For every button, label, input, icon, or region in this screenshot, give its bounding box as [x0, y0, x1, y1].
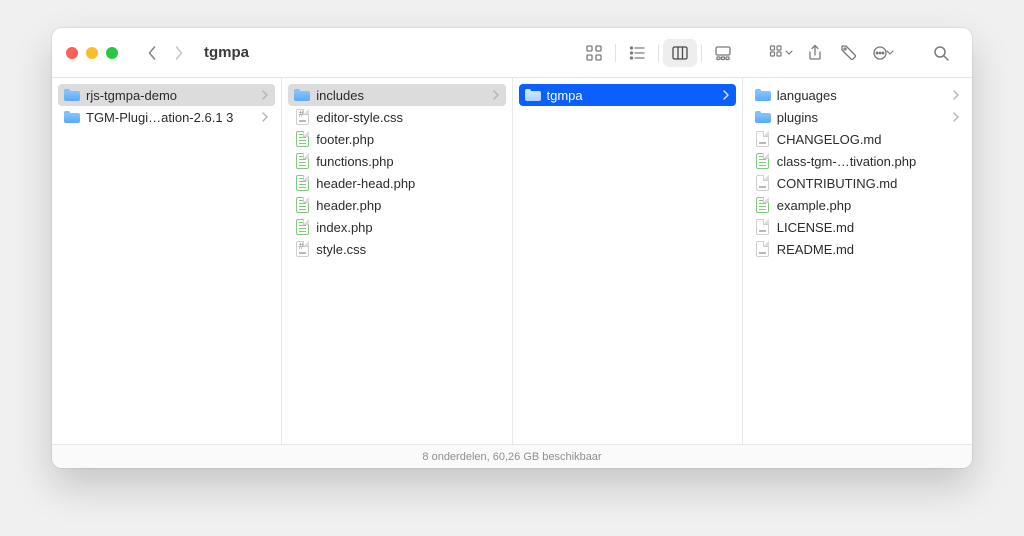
column[interactable]: includes editor-style.css footer.php functi… — [282, 78, 512, 444]
file-row[interactable]: CONTRIBUTING.md — [749, 172, 966, 194]
list-view-button[interactable] — [620, 39, 654, 67]
window-controls — [66, 47, 118, 59]
row-label: style.css — [316, 242, 485, 257]
row-label: README.md — [777, 242, 946, 257]
row-label: editor-style.css — [316, 110, 485, 125]
column[interactable]: languages plugins CHANGELOG.md class-tgm-…t… — [743, 78, 972, 444]
folder-icon — [755, 87, 771, 103]
view-switcher — [577, 39, 740, 67]
md-file-icon — [755, 131, 771, 147]
folder-row[interactable]: TGM-Plugi…ation-2.6.1 3 — [58, 106, 275, 128]
finder-window: tgmpa — [52, 28, 972, 468]
folder-icon — [755, 109, 771, 125]
row-label: languages — [777, 88, 946, 103]
file-row[interactable]: example.php — [749, 194, 966, 216]
tags-button[interactable] — [832, 39, 866, 67]
chevron-right-icon — [952, 88, 960, 103]
action-menu-button[interactable] — [866, 39, 900, 67]
css-file-icon — [294, 109, 310, 125]
php-file-icon — [294, 197, 310, 213]
toolbar: tgmpa — [52, 28, 972, 78]
php-file-icon — [755, 153, 771, 169]
md-file-icon — [755, 175, 771, 191]
share-button[interactable] — [798, 39, 832, 67]
row-label: LICENSE.md — [777, 220, 946, 235]
php-file-icon — [294, 175, 310, 191]
chevron-right-icon — [722, 88, 730, 103]
php-file-icon — [294, 153, 310, 169]
row-label: functions.php — [316, 154, 485, 169]
row-label: footer.php — [316, 132, 485, 147]
row-label: class-tgm-…tivation.php — [777, 154, 946, 169]
php-file-icon — [294, 131, 310, 147]
folder-row[interactable]: includes — [288, 84, 505, 106]
file-row[interactable]: index.php — [288, 216, 505, 238]
column[interactable]: rjs-tgmpa-demo TGM-Plugi…ation-2.6.1 3 — [52, 78, 282, 444]
php-file-icon — [755, 197, 771, 213]
search-button[interactable] — [924, 39, 958, 67]
folder-row[interactable]: rjs-tgmpa-demo — [58, 84, 275, 106]
file-row[interactable]: CHANGELOG.md — [749, 128, 966, 150]
row-label: rjs-tgmpa-demo — [86, 88, 255, 103]
row-label: header-head.php — [316, 176, 485, 191]
file-row[interactable]: LICENSE.md — [749, 216, 966, 238]
close-window-button[interactable] — [66, 47, 78, 59]
md-file-icon — [755, 241, 771, 257]
file-row[interactable]: functions.php — [288, 150, 505, 172]
status-text: 8 onderdelen, 60,26 GB beschikbaar — [422, 451, 601, 463]
chevron-right-icon — [492, 88, 500, 103]
md-file-icon — [755, 219, 771, 235]
folder-icon — [294, 87, 310, 103]
folder-row[interactable]: tgmpa — [519, 84, 736, 106]
file-row[interactable]: class-tgm-…tivation.php — [749, 150, 966, 172]
css-file-icon — [294, 241, 310, 257]
php-file-icon — [294, 219, 310, 235]
file-row[interactable]: header.php — [288, 194, 505, 216]
chevron-right-icon — [952, 110, 960, 125]
chevron-right-icon — [261, 110, 269, 125]
row-label: TGM-Plugi…ation-2.6.1 3 — [86, 110, 255, 125]
column[interactable]: tgmpa — [513, 78, 743, 444]
gallery-view-button[interactable] — [706, 39, 740, 67]
folder-row[interactable]: plugins — [749, 106, 966, 128]
back-button[interactable] — [140, 39, 164, 67]
icon-view-button[interactable] — [577, 39, 611, 67]
group-by-button[interactable] — [764, 39, 798, 67]
folder-icon — [64, 109, 80, 125]
file-row[interactable]: editor-style.css — [288, 106, 505, 128]
column-view-button[interactable] — [663, 39, 697, 67]
row-label: CONTRIBUTING.md — [777, 176, 946, 191]
folder-icon — [64, 87, 80, 103]
column-browser: rjs-tgmpa-demo TGM-Plugi…ation-2.6.1 3 inc… — [52, 78, 972, 444]
toolbar-actions — [764, 39, 900, 67]
status-bar: 8 onderdelen, 60,26 GB beschikbaar — [52, 444, 972, 468]
row-label: example.php — [777, 198, 946, 213]
row-label: index.php — [316, 220, 485, 235]
file-row[interactable]: footer.php — [288, 128, 505, 150]
nav-controls — [140, 39, 190, 67]
window-title: tgmpa — [204, 44, 249, 61]
row-label: CHANGELOG.md — [777, 132, 946, 147]
folder-row[interactable]: languages — [749, 84, 966, 106]
folder-icon — [525, 87, 541, 103]
row-label: includes — [316, 88, 485, 103]
file-row[interactable]: style.css — [288, 238, 505, 260]
minimize-window-button[interactable] — [86, 47, 98, 59]
file-row[interactable]: README.md — [749, 238, 966, 260]
chevron-right-icon — [261, 88, 269, 103]
row-label: header.php — [316, 198, 485, 213]
forward-button[interactable] — [166, 39, 190, 67]
file-row[interactable]: header-head.php — [288, 172, 505, 194]
zoom-window-button[interactable] — [106, 47, 118, 59]
row-label: tgmpa — [547, 88, 716, 103]
row-label: plugins — [777, 110, 946, 125]
